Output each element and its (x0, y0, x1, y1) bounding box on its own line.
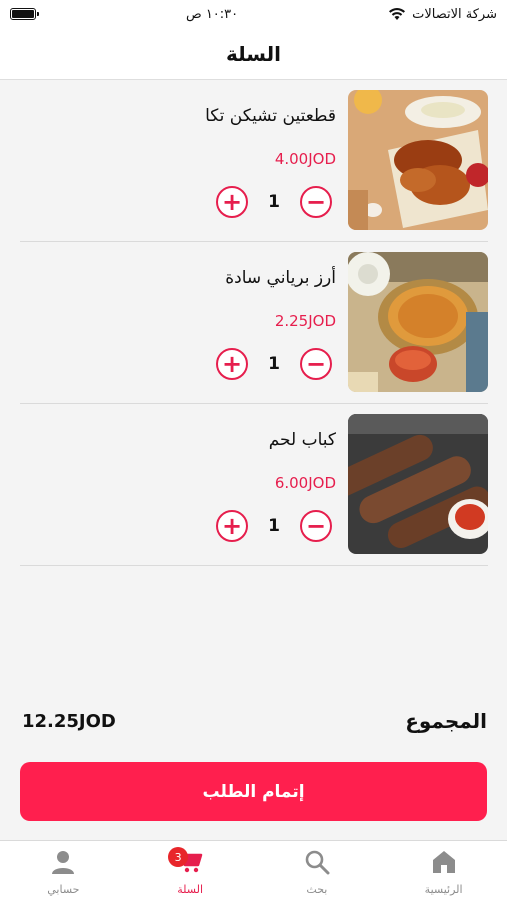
decrease-quantity-button[interactable]: − (300, 348, 332, 380)
status-bar: ١٠:٣٠ ص شركة الاتصالات (0, 0, 507, 28)
quantity-value: 1 (268, 192, 280, 212)
nav-item-account[interactable]: حسابي (0, 841, 127, 900)
status-time: ١٠:٣٠ ص (185, 6, 239, 22)
user-icon (52, 851, 75, 874)
item-price: 4.00JOD (274, 150, 336, 168)
chicken-tikka-image (348, 90, 488, 230)
increase-quantity-button[interactable]: + (216, 348, 248, 380)
checkout-button[interactable]: إتمام الطلب (20, 762, 487, 821)
total-amount: 12.25JOD (22, 710, 116, 732)
nav-label: الرئيسية (424, 883, 463, 896)
increase-quantity-button[interactable]: + (216, 510, 248, 542)
quantity-stepper: − 1 + (216, 510, 332, 542)
nav-item-search[interactable]: بحث (254, 841, 381, 900)
battery-icon (10, 8, 39, 20)
item-price: 2.25JOD (274, 312, 336, 330)
meat-kebab-image (348, 414, 488, 554)
nav-label: السلة (177, 883, 203, 896)
item-name: كباب لحم (268, 430, 336, 450)
bottom-nav: حسابي 3 السلة بحث الرئيسية (0, 840, 507, 900)
search-icon (305, 850, 330, 875)
cart-count-badge: 3 (168, 847, 189, 867)
cart-list: قطعتين تشيكن تكا 4.00JOD − 1 + أرز بريان… (20, 80, 488, 566)
cart-item: قطعتين تشيكن تكا 4.00JOD − 1 + (20, 80, 488, 242)
page-title: السلة (225, 41, 281, 66)
quantity-stepper: − 1 + (216, 186, 332, 218)
cart-item: أرز برياني سادة 2.25JOD − 1 + (20, 242, 488, 404)
decrease-quantity-button[interactable]: − (300, 186, 332, 218)
biryani-rice-image (348, 252, 488, 392)
nav-item-cart[interactable]: 3 السلة (127, 841, 254, 900)
item-name: قطعتين تشيكن تكا (205, 106, 336, 126)
total-label: المجموع (405, 709, 487, 733)
nav-label: حسابي (47, 883, 80, 896)
quantity-value: 1 (268, 516, 280, 536)
decrease-quantity-button[interactable]: − (300, 510, 332, 542)
nav-label: بحث (306, 883, 328, 896)
total-row: 12.25JOD المجموع (22, 706, 487, 736)
wifi-icon (389, 8, 406, 20)
item-name: أرز برياني سادة (225, 268, 336, 288)
quantity-value: 1 (268, 354, 280, 374)
increase-quantity-button[interactable]: + (216, 186, 248, 218)
home-icon (432, 851, 455, 873)
item-price: 6.00JOD (274, 474, 336, 492)
nav-item-home[interactable]: الرئيسية (380, 841, 507, 900)
cart-item: كباب لحم 6.00JOD − 1 + (20, 404, 488, 566)
quantity-stepper: − 1 + (216, 348, 332, 380)
carrier-name: شركة الاتصالات (412, 6, 497, 22)
page-header: السلة (0, 28, 507, 80)
